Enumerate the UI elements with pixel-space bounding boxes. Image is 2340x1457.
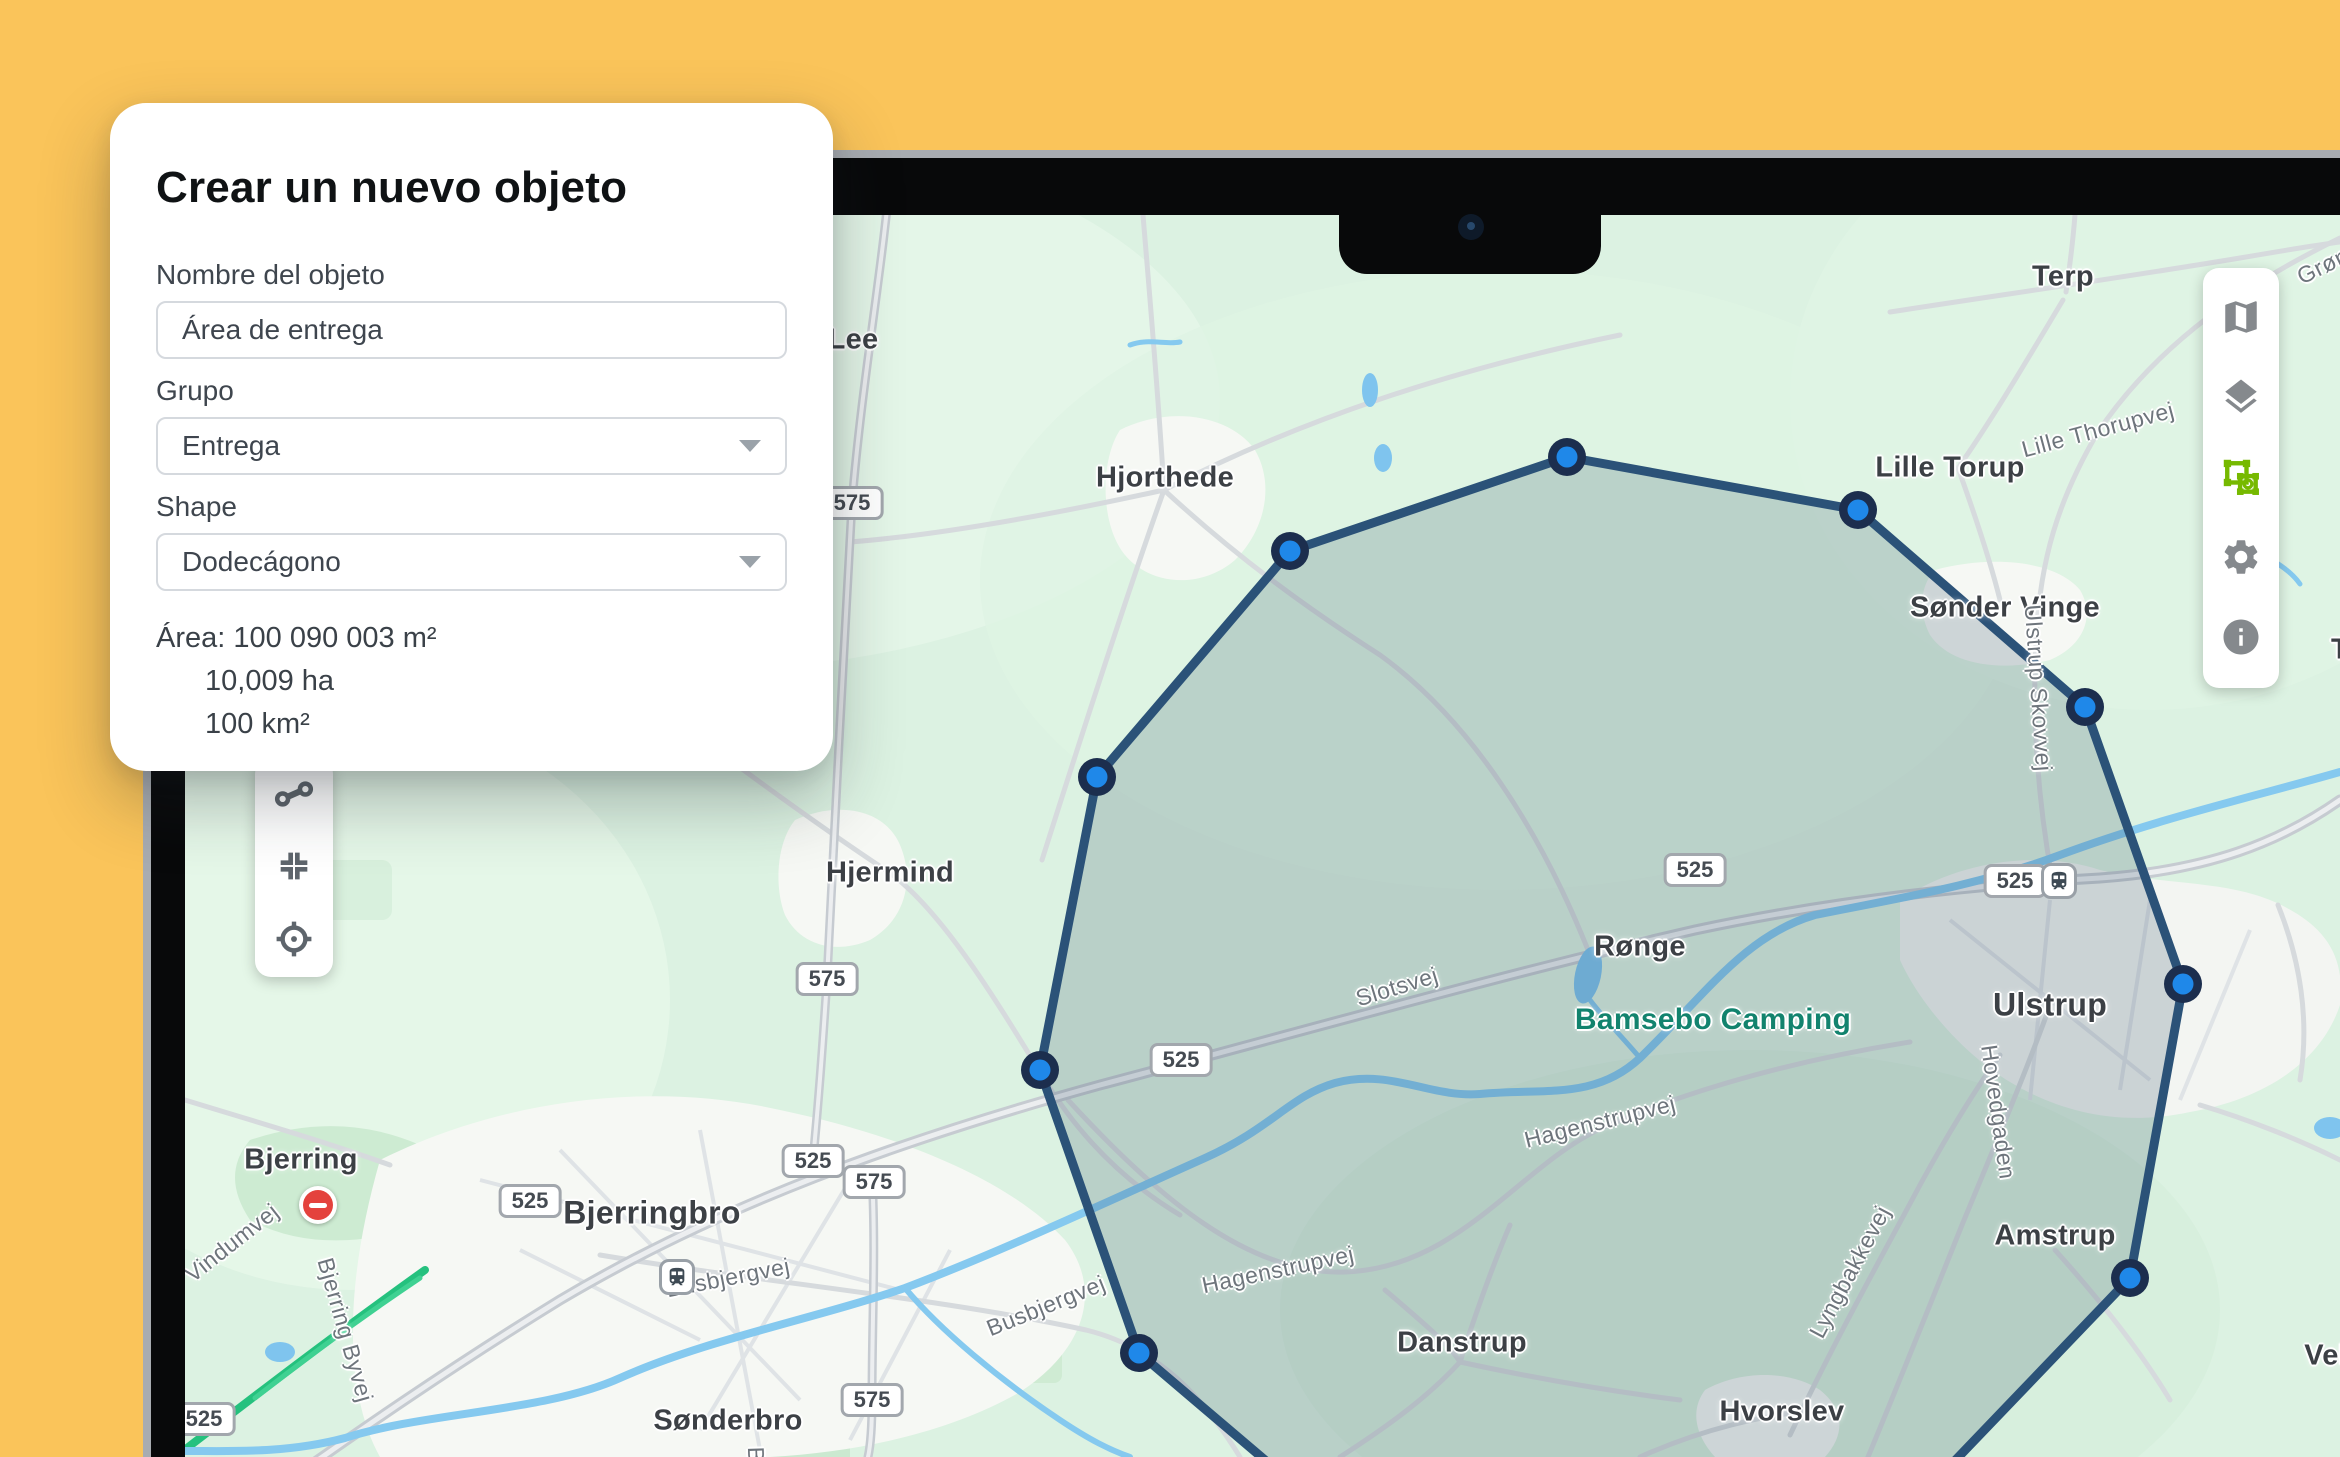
map-road-label: Hagenstrupvej [1199, 1241, 1356, 1300]
layers-icon [2220, 376, 2262, 421]
road-shield: 525 [1984, 864, 2047, 898]
locate-icon [272, 917, 316, 964]
map-road-label: Lille Thorupvej [2019, 397, 2177, 464]
measure-button[interactable] [271, 772, 317, 818]
area-line-m2: Área: 100 090 003 m² [156, 617, 787, 660]
road-shield: 525 [499, 1184, 562, 1218]
locate-button[interactable] [271, 917, 317, 963]
map-town-label: Lille Torup [1875, 452, 2024, 485]
settings-button[interactable] [2218, 535, 2264, 581]
settings-icon [2220, 536, 2262, 581]
map-town-label: Lee [828, 324, 879, 357]
info-button[interactable] [2218, 615, 2264, 661]
map-town-label: Bjerring [244, 1144, 358, 1177]
map-town-label: Velle [2304, 1340, 2340, 1373]
road-shield: 575 [843, 1165, 906, 1199]
road-shield: 525 [185, 1402, 235, 1436]
map-town-label: Terp [2032, 261, 2094, 294]
create-object-dialog: Crear un nuevo objeto Nombre del objeto … [110, 103, 833, 771]
road-shield: 575 [796, 962, 859, 996]
draw-polygon-icon [2219, 455, 2263, 502]
map-town-label: Danstrup [1397, 1327, 1527, 1360]
chevron-down-icon [739, 440, 761, 452]
map-icon [2220, 296, 2262, 341]
draw-polygon-button[interactable] [2218, 455, 2264, 501]
map-town-label: Rønge [1594, 931, 1686, 964]
group-select-value: Entrega [182, 430, 280, 462]
area-line-ha: 10,009 ha [156, 660, 787, 703]
map-road-label: Hovedgaden [1975, 1043, 2021, 1181]
object-name-input[interactable]: Área de entrega [156, 301, 787, 359]
shape-field-label: Shape [156, 491, 787, 523]
map-road-label: Hagenstrupvej [1522, 1090, 1679, 1154]
road-shield: 525 [1150, 1043, 1213, 1077]
map-road-label: Brogade [742, 1446, 772, 1457]
road-shield: 525 [1664, 853, 1727, 887]
map-road-label: Busbjergvej [983, 1270, 1110, 1342]
area-readout: Área: 100 090 003 m² 10,009 ha 100 km² [156, 617, 787, 746]
map-poi-label: Bamsebo Camping [1575, 1003, 1851, 1037]
train-station-icon [659, 1259, 695, 1295]
layers-button[interactable] [2218, 375, 2264, 421]
map-road-label: Vindumvej [185, 1198, 284, 1288]
group-field-label: Grupo [156, 375, 787, 407]
map-road-label: Grønhøjvej [2293, 215, 2340, 290]
map-road-label: Lyngbakkevej [1804, 1201, 1896, 1342]
map-road-label: Slotsvej [1353, 962, 1442, 1013]
info-icon [2220, 616, 2262, 661]
map-road-label: Ulstrup Skovvej [2019, 604, 2058, 773]
webcam-icon [1458, 214, 1484, 240]
train-station-icon [2041, 863, 2077, 899]
map-town-label: Sønderbro [653, 1405, 802, 1438]
road-shield: 525 [782, 1144, 845, 1178]
map-town-label: To [2331, 634, 2340, 667]
map-town-label: Hvorslev [1720, 1396, 1845, 1429]
object-name-value: Área de entrega [182, 314, 383, 346]
shape-select-value: Dodecágono [182, 546, 341, 578]
fit-bounds-icon [274, 846, 314, 889]
map-town-label: Ulstrup [1993, 987, 2107, 1024]
road-shield: 575 [841, 1383, 904, 1417]
map-town-label: Bjerringbro [563, 1195, 741, 1232]
name-field-label: Nombre del objeto [156, 259, 787, 291]
map-town-label: Amstrup [1994, 1220, 2115, 1253]
road-closure-icon [299, 1186, 337, 1224]
map-town-label: Hjermind [826, 857, 954, 890]
group-select[interactable]: Entrega [156, 417, 787, 475]
chevron-down-icon [739, 556, 761, 568]
map-town-label: Hjorthede [1096, 462, 1234, 495]
map-town-label: Sønder Vinge [1910, 592, 2100, 625]
laptop-notch [1339, 158, 1601, 274]
basemap-button[interactable] [2218, 295, 2264, 341]
fit-bounds-button[interactable] [271, 845, 317, 891]
measure-icon [273, 773, 315, 818]
dialog-title: Crear un nuevo objeto [156, 163, 787, 213]
map-left-toolbar [255, 758, 333, 977]
map-right-toolbar [2203, 268, 2279, 688]
map-road-label: Bjerring Byvej [312, 1255, 379, 1406]
area-line-km2: 100 km² [156, 703, 787, 746]
shape-select[interactable]: Dodecágono [156, 533, 787, 591]
